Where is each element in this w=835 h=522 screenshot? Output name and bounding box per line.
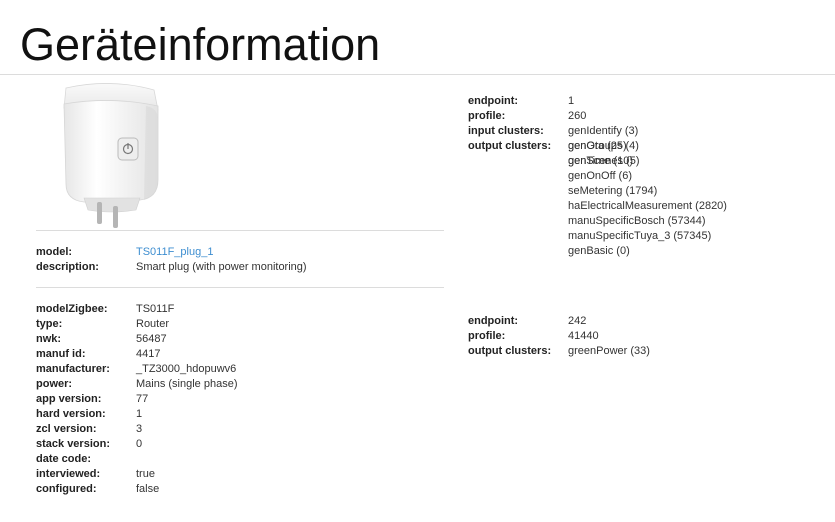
stack-version-label: stack version:	[36, 438, 110, 450]
endpoint-label: endpoint:	[468, 315, 519, 327]
output-clusters-label: output clusters:	[468, 345, 552, 357]
profile-label: profile:	[468, 330, 506, 342]
zcl-version-value: 3	[136, 423, 143, 435]
app-version-label: app version:	[36, 393, 102, 405]
app-version-value: 77	[136, 393, 149, 405]
profile-label: profile:	[468, 110, 506, 122]
manufacturer-value: _TZ3000_hdopuwv6	[136, 363, 237, 375]
description-value: Smart plug (with power monitoring)	[136, 261, 307, 273]
input-clusters-list: genIdentify (3) genGroups (4) genScenes …	[568, 124, 727, 257]
info-row: power: Mains (single phase)	[36, 377, 444, 392]
cluster-item: manuSpecificTuya_3 (57345)	[568, 230, 712, 242]
device-details: modelZigbee: TS011F type: Router nwk: 56…	[36, 302, 444, 497]
endpoint-value: 1	[568, 95, 575, 107]
info-row: configured: false	[36, 482, 444, 497]
cluster-item: genTime (10)	[568, 155, 634, 167]
cluster-item: genIdentify (3)	[568, 125, 639, 137]
endpoint-value: 242	[568, 315, 587, 327]
interviewed-value: true	[136, 468, 155, 480]
info-row: zcl version: 3	[36, 422, 444, 437]
cluster-item: genOnOff (6)	[568, 170, 632, 182]
nwk-label: nwk:	[36, 333, 62, 345]
type-label: type:	[36, 318, 63, 330]
info-row: modelZigbee: TS011F	[36, 302, 444, 317]
info-row: stack version: 0	[36, 437, 444, 452]
output-clusters-list: genOta (25) genTime (10)	[568, 139, 633, 167]
info-row-description: description: Smart plug (with power moni…	[36, 260, 444, 275]
info-row: manufacturer: _TZ3000_hdopuwv6	[36, 362, 444, 377]
endpoint-block-1: endpoint: 1 profile: 260 input clusters:…	[468, 94, 808, 257]
output-clusters-label: output clusters:	[468, 140, 552, 152]
info-row: interviewed: true	[36, 467, 444, 482]
zcl-version-label: zcl version:	[36, 423, 97, 435]
info-row: nwk: 56487	[36, 332, 444, 347]
profile-row: profile: 260	[468, 109, 808, 124]
description-label: description:	[36, 261, 99, 273]
device-info-panel: model: TS011F_plug_1 description: Smart …	[36, 80, 444, 497]
profile-row: profile: 41440	[468, 329, 808, 344]
configured-label: configured:	[36, 483, 97, 495]
endpoint-block-242: endpoint: 242 profile: 41440 output clus…	[468, 314, 808, 359]
cluster-item: seMetering (1794)	[568, 185, 658, 197]
input-clusters-row: input clusters: genIdentify (3) genGroup…	[468, 124, 808, 257]
profile-value: 41440	[568, 330, 599, 342]
output-clusters-list: greenPower (33)	[568, 344, 650, 359]
profile-value: 260	[568, 110, 587, 122]
info-row: hard version: 1	[36, 407, 444, 422]
endpoint-label: endpoint:	[468, 95, 519, 107]
cluster-item: greenPower (33)	[568, 345, 650, 357]
date-code-label: date code:	[36, 453, 92, 465]
type-value: Router	[136, 318, 170, 330]
interviewed-label: interviewed:	[36, 468, 101, 480]
hard-version-value: 1	[136, 408, 143, 420]
hard-version-label: hard version:	[36, 408, 106, 420]
modelzigbee-value: TS011F	[136, 303, 175, 315]
configured-value: false	[136, 483, 160, 495]
title-divider	[0, 74, 835, 75]
info-row: date code:	[36, 452, 444, 467]
power-value: Mains (single phase)	[136, 378, 238, 390]
info-row-model: model: TS011F_plug_1	[36, 245, 444, 260]
info-row: type: Router	[36, 317, 444, 332]
output-clusters-row: output clusters: greenPower (33)	[468, 344, 808, 359]
info-row: app version: 77	[36, 392, 444, 407]
divider	[36, 230, 444, 231]
input-clusters-label: input clusters:	[468, 125, 544, 137]
model-link[interactable]: TS011F_plug_1	[136, 245, 213, 260]
cluster-item: manuSpecificBosch (57344)	[568, 215, 706, 227]
manuf-id-value: 4417	[136, 348, 161, 360]
cluster-item: haElectricalMeasurement (2820)	[568, 200, 727, 212]
endpoint-row: endpoint: 242	[468, 314, 808, 329]
endpoint-row: endpoint: 1	[468, 94, 808, 109]
device-image	[36, 80, 186, 230]
manuf-id-label: manuf id:	[36, 348, 86, 360]
cluster-item: genBasic (0)	[568, 245, 630, 257]
power-label: power:	[36, 378, 73, 390]
nwk-value: 56487	[136, 333, 167, 345]
manufacturer-label: manufacturer:	[36, 363, 110, 375]
stack-version-value: 0	[136, 438, 143, 450]
divider	[36, 287, 444, 288]
modelzigbee-label: modelZigbee:	[36, 303, 108, 315]
page-title: Geräteinformation	[20, 19, 381, 70]
cluster-item: genOta (25)	[568, 140, 627, 152]
device-summary: model: TS011F_plug_1 description: Smart …	[36, 245, 444, 275]
info-row: manuf id: 4417	[36, 347, 444, 362]
model-label: model:	[36, 246, 73, 258]
